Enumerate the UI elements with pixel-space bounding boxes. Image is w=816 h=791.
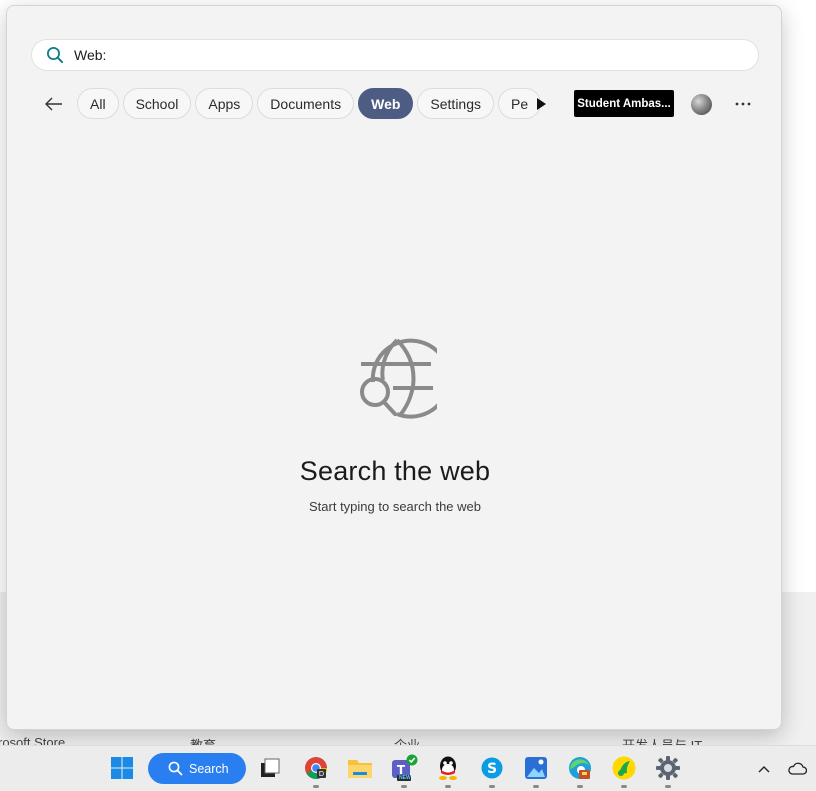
empty-state: Search the web Start typing to search th… — [7, 336, 781, 514]
filter-chip-all[interactable]: All — [77, 88, 119, 119]
start-button[interactable] — [108, 754, 136, 782]
bg-label-developers: 开发人员与 IT — [622, 735, 702, 745]
search-input[interactable] — [74, 43, 674, 67]
ellipsis-icon — [735, 102, 751, 106]
globe-search-icon — [360, 338, 437, 419]
empty-state-title: Search the web — [299, 456, 491, 486]
empty-state-subtitle: Start typing to search the web — [309, 499, 481, 514]
qq-icon — [439, 756, 457, 780]
skype-icon: S — [481, 757, 503, 779]
edge-icon — [569, 757, 591, 779]
photos-icon — [525, 757, 547, 779]
chrome-icon: D — [305, 757, 328, 780]
qq-music-icon — [612, 756, 636, 780]
teams-button[interactable]: T NEW — [390, 754, 418, 788]
org-badge[interactable]: Student Ambas... — [574, 90, 674, 117]
photos-button[interactable] — [522, 754, 550, 788]
filter-chip-apps[interactable]: Apps — [195, 88, 254, 119]
file-explorer-button[interactable] — [346, 754, 374, 782]
onedrive-button[interactable] — [786, 758, 808, 778]
settings-gear-icon — [656, 756, 680, 780]
svg-text:S: S — [487, 761, 497, 777]
skype-button[interactable]: S — [478, 754, 506, 788]
edge-button[interactable] — [566, 754, 594, 788]
file-explorer-icon — [348, 760, 372, 778]
more-options-button[interactable] — [731, 94, 755, 114]
arrow-left-icon — [45, 97, 62, 111]
qq-button[interactable] — [434, 754, 462, 788]
filter-chip-documents[interactable]: Documents — [257, 88, 355, 119]
task-view-icon — [261, 758, 280, 777]
bg-label-education: 教育 — [190, 735, 216, 745]
background-text-strip: rosoft Store 教育 企业 开发人员与 IT — [0, 733, 816, 745]
play-right-icon — [537, 98, 546, 110]
filter-bar: All School Apps Documents Web Settings P… — [41, 88, 761, 120]
chevron-up-icon — [758, 766, 770, 773]
cloud-icon — [788, 762, 807, 775]
filter-chip-school[interactable]: School — [122, 88, 192, 119]
taskbar-search-button[interactable]: Search — [148, 753, 246, 784]
bg-label-store: rosoft Store — [0, 735, 66, 745]
task-view-button[interactable] — [256, 754, 284, 782]
windows-start-icon — [111, 757, 133, 779]
avatar[interactable] — [691, 94, 712, 115]
show-hidden-icons-button[interactable] — [754, 759, 774, 779]
back-button[interactable] — [41, 92, 67, 116]
search-flyout: All School Apps Documents Web Settings P… — [6, 5, 782, 730]
taskbar: Search D T NEW S — [0, 745, 816, 791]
filter-chip-settings[interactable]: Settings — [417, 88, 495, 119]
qq-music-button[interactable] — [610, 754, 638, 788]
taskbar-search-icon — [168, 761, 183, 776]
scroll-right-button[interactable] — [533, 96, 549, 112]
search-icon — [47, 47, 63, 63]
teams-new-badge: NEW — [399, 775, 411, 781]
search-box[interactable] — [31, 39, 759, 71]
settings-button[interactable] — [654, 754, 682, 788]
filter-chips: All School Apps Documents Web Settings P… — [77, 88, 547, 120]
chrome-button[interactable]: D — [302, 754, 330, 788]
filter-chip-web[interactable]: Web — [358, 88, 414, 119]
taskbar-search-label: Search — [189, 761, 229, 776]
bg-label-business: 企业 — [394, 735, 420, 745]
svg-text:D: D — [319, 770, 324, 778]
